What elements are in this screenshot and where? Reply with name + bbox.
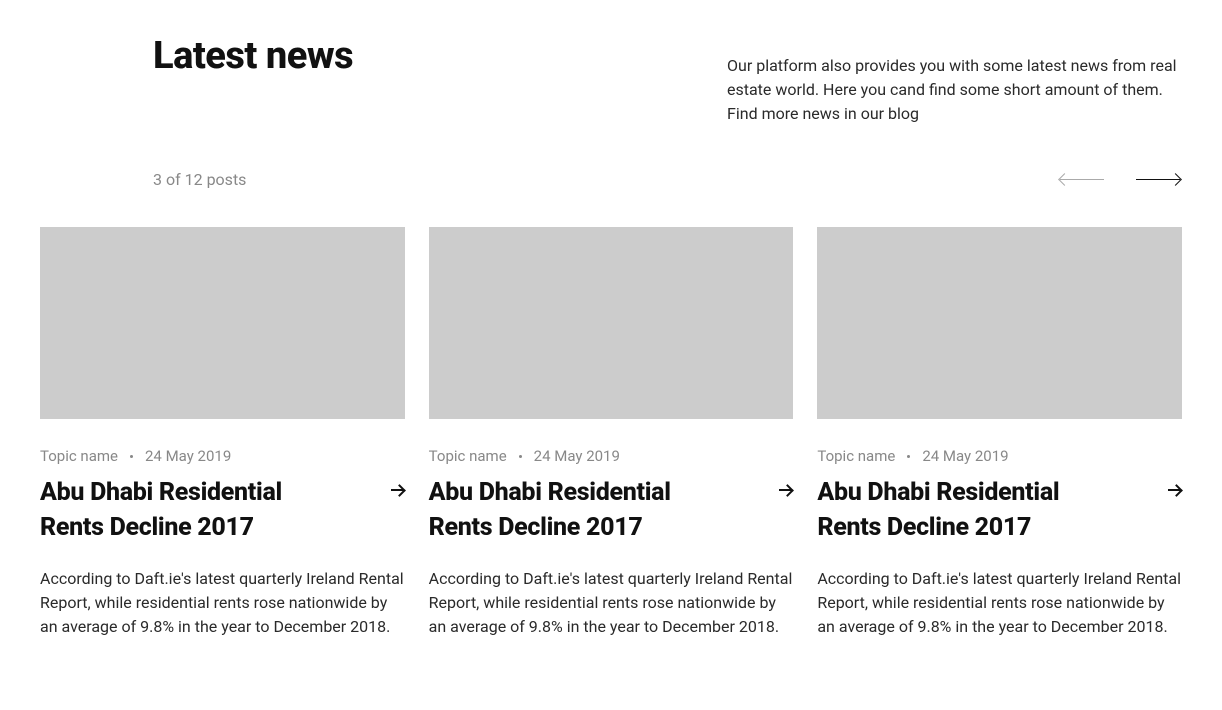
card-topic: Topic name: [429, 447, 507, 465]
card-image-placeholder: [817, 227, 1182, 419]
arrow-left-icon: [1060, 179, 1104, 180]
dot-separator-icon: [907, 455, 910, 458]
prev-button[interactable]: [1058, 172, 1106, 188]
card-body: According to Daft.ie's latest quarterly …: [429, 567, 794, 639]
news-card: Topic name 24 May 2019 Abu Dhabi Residen…: [429, 227, 794, 639]
news-card: Topic name 24 May 2019 Abu Dhabi Residen…: [817, 227, 1182, 639]
card-image-placeholder: [429, 227, 794, 419]
card-body: According to Daft.ie's latest quarterly …: [40, 567, 405, 639]
card-read-more-button[interactable]: [391, 475, 405, 498]
card-meta: Topic name 24 May 2019: [429, 447, 794, 465]
card-date: 24 May 2019: [922, 447, 1008, 465]
card-body: According to Daft.ie's latest quarterly …: [817, 567, 1182, 639]
card-topic: Topic name: [817, 447, 895, 465]
card-title[interactable]: Abu Dhabi Residential Rents Decline 2017: [429, 475, 713, 545]
nav-arrows: [1058, 172, 1182, 188]
arrow-right-icon: [391, 485, 405, 495]
card-date: 24 May 2019: [145, 447, 231, 465]
card-title[interactable]: Abu Dhabi Residential Rents Decline 2017: [817, 475, 1101, 545]
posts-counter: 3 of 12 posts: [153, 170, 246, 189]
arrow-right-icon: [1136, 179, 1180, 180]
arrow-right-icon: [779, 485, 793, 495]
next-button[interactable]: [1134, 172, 1182, 188]
section-description: Our platform also provides you with some…: [727, 54, 1182, 126]
carousel-controls: 3 of 12 posts: [40, 170, 1182, 189]
arrow-right-icon: [1168, 485, 1182, 495]
card-meta: Topic name 24 May 2019: [817, 447, 1182, 465]
news-card: Topic name 24 May 2019 Abu Dhabi Residen…: [40, 227, 405, 639]
card-read-more-button[interactable]: [779, 475, 793, 498]
news-cards: Topic name 24 May 2019 Abu Dhabi Residen…: [40, 227, 1182, 639]
dot-separator-icon: [130, 455, 133, 458]
card-title[interactable]: Abu Dhabi Residential Rents Decline 2017: [40, 475, 324, 545]
card-meta: Topic name 24 May 2019: [40, 447, 405, 465]
section-header: Latest news Our platform also provides y…: [40, 34, 1182, 126]
card-topic: Topic name: [40, 447, 118, 465]
card-image-placeholder: [40, 227, 405, 419]
section-title: Latest news: [153, 34, 353, 78]
card-read-more-button[interactable]: [1168, 475, 1182, 498]
card-date: 24 May 2019: [534, 447, 620, 465]
dot-separator-icon: [519, 455, 522, 458]
